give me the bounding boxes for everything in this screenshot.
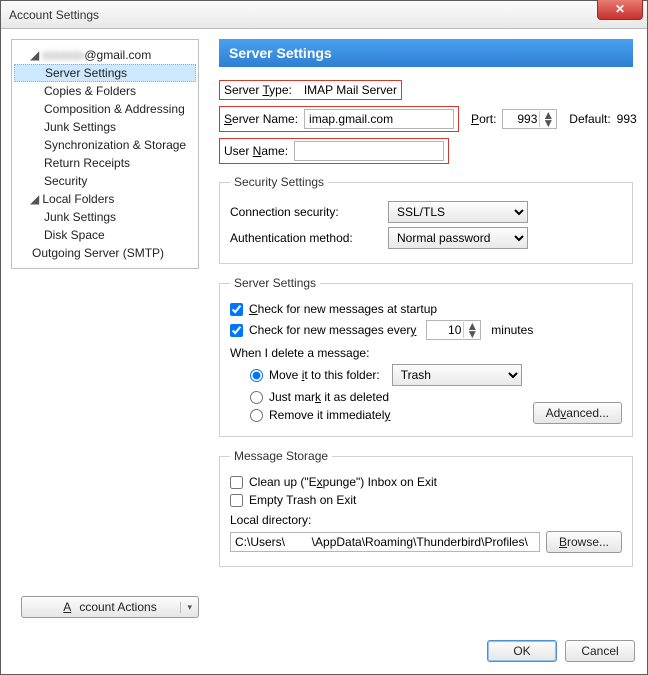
delete-remove-label: Remove it immediately xyxy=(269,408,390,422)
tree-item-local-junk[interactable]: Junk Settings xyxy=(14,208,196,226)
connection-security-select[interactable]: SSL/TLS xyxy=(388,201,528,223)
empty-trash-checkbox[interactable] xyxy=(230,494,243,507)
account-username-redacted: xxxxxxx xyxy=(42,48,84,62)
local-dir-input[interactable] xyxy=(230,532,540,552)
port-spinner[interactable]: ▲▼ xyxy=(502,109,557,129)
expand-icon: ◢ xyxy=(30,192,39,206)
default-port-value: 993 xyxy=(617,112,637,126)
accounts-tree: ◢ xxxxxxx@gmail.com Server Settings Copi… xyxy=(11,39,199,269)
check-every-checkbox[interactable] xyxy=(230,324,243,337)
port-input[interactable] xyxy=(503,110,539,128)
advanced-button[interactable]: Advanced... xyxy=(533,402,622,424)
expand-icon: ◢ xyxy=(30,48,39,62)
dialog-footer: OK Cancel xyxy=(1,630,647,674)
server-type-label: Server Type: xyxy=(224,83,292,97)
security-settings-group: Security Settings Connection security: S… xyxy=(219,175,633,264)
delete-move-label: Move it to this folder: xyxy=(269,368,380,382)
server-settings-legend: Server Settings xyxy=(230,276,320,290)
default-port-label: Default: xyxy=(569,112,610,126)
spinner-down-icon[interactable]: ▼ xyxy=(542,119,554,127)
expunge-label: Clean up ("Expunge") Inbox on Exit xyxy=(249,475,437,489)
panel-title: Server Settings xyxy=(219,39,633,67)
browse-button[interactable]: Browse... xyxy=(546,531,622,553)
auth-method-select[interactable]: Normal password xyxy=(388,227,528,249)
local-dir-label: Local directory: xyxy=(230,513,311,527)
message-storage-group: Message Storage Clean up ("Expunge") Inb… xyxy=(219,449,633,567)
check-every-label: Check for new messages every xyxy=(249,323,416,337)
titlebar: Account Settings ✕ xyxy=(1,1,647,29)
when-delete-label: When I delete a message: xyxy=(230,346,369,360)
tree-item-disk-space[interactable]: Disk Space xyxy=(14,226,196,244)
window-title: Account Settings xyxy=(9,8,99,22)
check-startup-checkbox[interactable] xyxy=(230,303,243,316)
delete-remove-radio[interactable] xyxy=(250,409,263,422)
chevron-down-icon: ▾ xyxy=(180,602,192,613)
cancel-button[interactable]: Cancel xyxy=(565,640,635,662)
settings-panel: Server Settings Server Type: IMAP Mail S… xyxy=(219,39,637,630)
close-button[interactable]: ✕ xyxy=(597,0,643,20)
tree-item-composition[interactable]: Composition & Addressing xyxy=(14,100,196,118)
delete-mark-radio[interactable] xyxy=(250,391,263,404)
server-type-value: IMAP Mail Server xyxy=(304,83,397,97)
account-settings-window: Account Settings ✕ ◢ xxxxxxx@gmail.com S… xyxy=(0,0,648,675)
account-actions-label: ccount Actions xyxy=(79,600,156,614)
tree-local-folders[interactable]: ◢ Local Folders xyxy=(14,190,196,208)
tree-item-return-receipts[interactable]: Return Receipts xyxy=(14,154,196,172)
ok-button[interactable]: OK xyxy=(487,640,557,662)
server-settings-group: Server Settings Check for new messages a… xyxy=(219,276,633,437)
tree-outgoing-smtp[interactable]: Outgoing Server (SMTP) xyxy=(14,244,196,262)
security-legend: Security Settings xyxy=(230,175,328,189)
account-email-suffix: @gmail.com xyxy=(84,48,151,62)
account-actions-label-u: A xyxy=(63,600,71,614)
check-interval-spinner[interactable]: ▲▼ xyxy=(426,320,481,340)
tree-item-security[interactable]: Security xyxy=(14,172,196,190)
trash-folder-select[interactable]: Trash xyxy=(392,364,522,386)
message-storage-legend: Message Storage xyxy=(230,449,332,463)
auth-method-label: Authentication method: xyxy=(230,231,380,245)
server-name-label: Server Name: xyxy=(224,112,298,126)
tree-item-junk[interactable]: Junk Settings xyxy=(14,118,196,136)
user-name-label: User Name: xyxy=(224,144,288,158)
account-actions-button[interactable]: Account Actions ▾ xyxy=(21,596,199,618)
tree-item-copies-folders[interactable]: Copies & Folders xyxy=(14,82,196,100)
server-name-input[interactable] xyxy=(304,109,454,129)
tree-item-sync-storage[interactable]: Synchronization & Storage xyxy=(14,136,196,154)
check-interval-input[interactable] xyxy=(427,321,463,339)
check-startup-label: Check for new messages at startup xyxy=(249,302,437,316)
minutes-label: minutes xyxy=(491,323,533,337)
connection-security-label: Connection security: xyxy=(230,205,380,219)
tree-local-folders-label: Local Folders xyxy=(42,192,114,206)
delete-move-radio[interactable] xyxy=(250,369,263,382)
spinner-down-icon[interactable]: ▼ xyxy=(466,330,478,338)
user-name-input[interactable] xyxy=(294,141,444,161)
tree-item-server-settings[interactable]: Server Settings xyxy=(14,64,196,82)
delete-mark-label: Just mark it as deleted xyxy=(269,390,389,404)
port-label: Port: xyxy=(471,112,496,126)
empty-trash-label: Empty Trash on Exit xyxy=(249,493,356,507)
expunge-checkbox[interactable] xyxy=(230,476,243,489)
tree-account-root[interactable]: ◢ xxxxxxx@gmail.com xyxy=(14,46,196,64)
